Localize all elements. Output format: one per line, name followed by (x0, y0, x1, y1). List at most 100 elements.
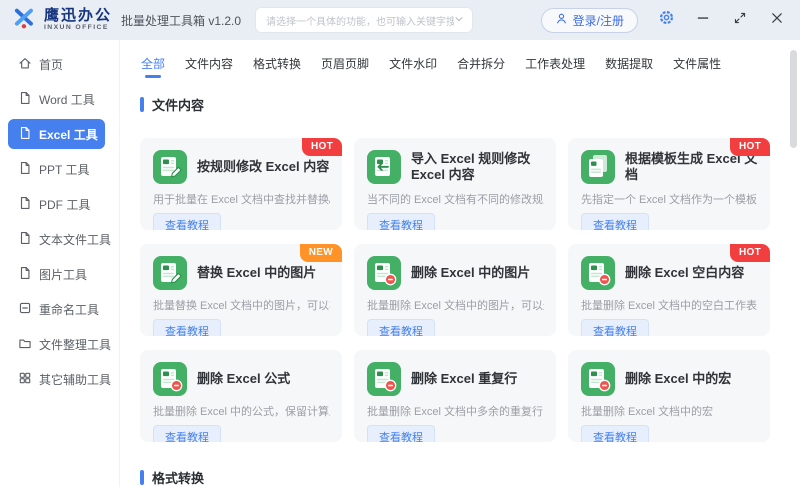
view-tutorial-button[interactable]: 查看教程 (367, 213, 435, 230)
login-label: 登录/注册 (572, 13, 624, 28)
sidebar-item-ppt-tools[interactable]: PPT 工具 (8, 154, 105, 184)
scrollbar[interactable] (789, 42, 798, 485)
section-header-file-content: 文件内容 (140, 95, 800, 114)
tab-format-convert[interactable]: 格式转换 (250, 40, 304, 81)
sidebar-item-label: 图片工具 (39, 267, 88, 282)
card-description: 批量删除 Excel 文档中的空白工作表、空... (581, 300, 758, 312)
tab-data-extract[interactable]: 数据提取 (602, 40, 656, 81)
card-title: 删除 Excel 重复行 (411, 370, 518, 386)
category-tabs: 全部 文件内容 格式转换 页眉页脚 文件水印 合并拆分 工作表处理 数据提取 文… (138, 40, 800, 81)
brand-name: 鹰迅办公 (44, 7, 113, 25)
gear-icon (658, 9, 675, 31)
section-title: 格式转换 (152, 471, 205, 486)
tab-all[interactable]: 全部 (138, 40, 168, 81)
card-badge: HOT (301, 138, 342, 156)
folder-icon (18, 336, 32, 353)
maximize-icon (733, 11, 747, 30)
card-title: 删除 Excel 中的图片 (411, 264, 531, 280)
view-tutorial-button[interactable]: 查看教程 (153, 425, 221, 442)
sidebar-item-other-tools[interactable]: 其它辅助工具 (8, 364, 111, 394)
close-button[interactable] (768, 11, 786, 29)
card-title: 导入 Excel 规则修改 Excel 内容 (411, 150, 531, 182)
tool-card-grid: HOT 按规则修改 Excel 内容 用于批量在 Excel 文档中查找并替换/… (140, 138, 784, 442)
excel-delete-image-icon (367, 256, 401, 290)
main-content: 全部 文件内容 格式转换 页眉页脚 文件水印 合并拆分 工作表处理 数据提取 文… (120, 40, 800, 487)
section-title: 文件内容 (152, 98, 205, 113)
sidebar-item-label: PDF 工具 (39, 197, 91, 212)
view-tutorial-button[interactable]: 查看教程 (581, 213, 649, 230)
card-description: 批量删除 Excel 文档中多余的重复行 (367, 406, 544, 418)
section-accent-bar (140, 470, 144, 485)
view-tutorial-button[interactable]: 查看教程 (367, 319, 435, 336)
sidebar-item-label: 文本文件工具 (39, 232, 112, 247)
card-description: 用于批量在 Excel 文档中查找并替换/删除... (153, 194, 330, 206)
app-logo: 鹰迅办公 INXUN OFFICE (12, 5, 112, 36)
scrollbar-thumb[interactable] (790, 50, 797, 148)
sidebar-item-label: Excel 工具 (39, 127, 98, 142)
app-window: 鹰迅办公 INXUN OFFICE 批量处理工具箱 v1.2.0 请选择一个具体… (0, 0, 800, 487)
card-description: 批量删除 Excel 文档中的图片，可以删除... (367, 300, 544, 312)
tool-card[interactable]: 删除 Excel 公式 批量删除 Excel 中的公式，保留计算后的... 查看… (140, 350, 342, 442)
chevron-down-icon (454, 11, 464, 29)
tool-card[interactable]: HOT 按规则修改 Excel 内容 用于批量在 Excel 文档中查找并替换/… (140, 138, 342, 230)
view-tutorial-button[interactable]: 查看教程 (153, 319, 221, 336)
login-register-button[interactable]: 登录/注册 (540, 7, 638, 33)
rename-icon (18, 301, 32, 318)
sidebar: 首页 Word 工具 Excel 工具 PPT 工具 PDF 工具 文本文件工具… (0, 40, 120, 487)
view-tutorial-button[interactable]: 查看教程 (581, 319, 649, 336)
excel-delete-macro-icon (581, 362, 615, 396)
tab-merge-split[interactable]: 合并拆分 (454, 40, 508, 81)
view-tutorial-button[interactable]: 查看教程 (367, 425, 435, 442)
tab-file-props[interactable]: 文件属性 (670, 40, 724, 81)
home-icon (18, 56, 32, 73)
settings-button[interactable] (657, 9, 675, 31)
tab-header-footer[interactable]: 页眉页脚 (318, 40, 372, 81)
excel-import-icon (367, 150, 401, 184)
excel-replace-image-icon (153, 256, 187, 290)
sidebar-item-pdf-tools[interactable]: PDF 工具 (8, 189, 105, 219)
sidebar-item-file-organize[interactable]: 文件整理工具 (8, 329, 111, 359)
sidebar-item-excel-tools[interactable]: Excel 工具 (8, 119, 105, 149)
sidebar-item-label: 首页 (39, 57, 64, 72)
app-version-subtitle: 批量处理工具箱 v1.2.0 (121, 13, 242, 28)
excel-delete-duplicate-icon (367, 362, 401, 396)
minimize-button[interactable] (694, 11, 712, 29)
tool-card[interactable]: 删除 Excel 中的图片 批量删除 Excel 文档中的图片，可以删除... … (354, 244, 556, 336)
tool-card[interactable]: HOT 根据模板生成 Excel 文档 先指定一个 Excel 文档作为一个模板… (568, 138, 770, 230)
sidebar-item-image-tools[interactable]: 图片工具 (8, 259, 105, 289)
tab-watermark[interactable]: 文件水印 (386, 40, 440, 81)
tool-card[interactable]: HOT 删除 Excel 空白内容 批量删除 Excel 文档中的空白工作表、空… (568, 244, 770, 336)
sidebar-item-label: 文件整理工具 (39, 337, 112, 352)
search-placeholder: 请选择一个具体的功能，也可输入关键字搜索！ (266, 16, 455, 28)
tab-file-content[interactable]: 文件内容 (182, 40, 236, 81)
sidebar-item-label: 重命名工具 (39, 302, 100, 317)
view-tutorial-button[interactable]: 查看教程 (153, 213, 221, 230)
section-header-format-convert: 格式转换 (140, 468, 800, 487)
text-doc-icon (18, 231, 32, 248)
card-description: 批量删除 Excel 文档中的宏 (581, 406, 714, 418)
maximize-button[interactable] (731, 11, 749, 29)
card-badge: HOT (729, 244, 770, 262)
minimize-icon (696, 11, 710, 30)
sidebar-item-text-tools[interactable]: 文本文件工具 (8, 224, 111, 254)
function-search-select[interactable]: 请选择一个具体的功能，也可输入关键字搜索！ (255, 7, 474, 33)
card-title: 替换 Excel 中的图片 (197, 264, 317, 280)
excel-delete-formula-icon (153, 362, 187, 396)
card-title: 按规则修改 Excel 内容 (197, 158, 330, 174)
sidebar-item-home[interactable]: 首页 (8, 49, 105, 79)
inxun-logo-icon (12, 5, 38, 36)
top-bar: 鹰迅办公 INXUN OFFICE 批量处理工具箱 v1.2.0 请选择一个具体… (0, 0, 800, 40)
word-doc-icon (18, 91, 32, 108)
tool-card[interactable]: 导入 Excel 规则修改 Excel 内容 当不同的 Excel 文档有不同的… (354, 138, 556, 230)
sidebar-item-word-tools[interactable]: Word 工具 (8, 84, 105, 114)
tool-card[interactable]: NEW 替换 Excel 中的图片 批量替换 Excel 文档中的图片，可以将 … (140, 244, 342, 336)
tool-card[interactable]: 删除 Excel 中的宏 批量删除 Excel 文档中的宏 查看教程 (568, 350, 770, 442)
sidebar-item-rename-tools[interactable]: 重命名工具 (8, 294, 105, 324)
tool-card[interactable]: 删除 Excel 重复行 批量删除 Excel 文档中多余的重复行 查看教程 (354, 350, 556, 442)
card-title: 删除 Excel 空白内容 (625, 264, 745, 280)
card-description: 先指定一个 Excel 文档作为一个模板，然... (581, 194, 758, 206)
ppt-doc-icon (18, 161, 32, 178)
sidebar-item-label: 其它辅助工具 (39, 372, 112, 387)
tab-worksheet[interactable]: 工作表处理 (522, 40, 588, 81)
view-tutorial-button[interactable]: 查看教程 (581, 425, 649, 442)
